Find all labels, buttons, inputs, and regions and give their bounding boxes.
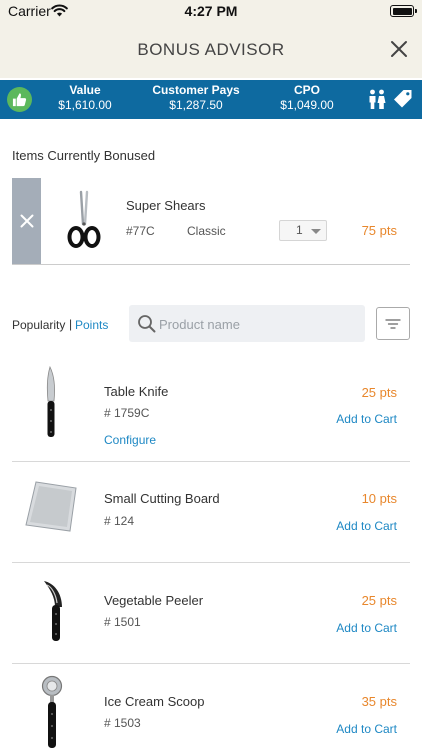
sort-popularity[interactable]: Popularity: [12, 318, 65, 332]
people-icon[interactable]: [368, 89, 386, 115]
summary-customer-pays: Customer Pays $1,287.50: [136, 83, 256, 113]
product-points: 10 pts: [361, 491, 397, 506]
cutting-board-image: [22, 479, 82, 540]
summary-value: Value $1,610.00: [25, 83, 145, 113]
bonused-section-title: Items Currently Bonused: [12, 148, 156, 163]
tag-icon[interactable]: [393, 89, 413, 114]
add-to-cart-button[interactable]: Add to Cart: [336, 412, 397, 426]
bonused-item-points: 75 pts: [361, 223, 397, 238]
summary-cpo-label: CPO: [293, 83, 320, 97]
filter-button[interactable]: [376, 307, 410, 340]
page-title: BONUS ADVISOR: [137, 40, 285, 59]
summary-value-label: Value: [69, 83, 101, 97]
remove-bonus-button[interactable]: [12, 178, 41, 264]
close-button[interactable]: [388, 38, 410, 60]
battery-icon: [390, 5, 417, 17]
product-sku: # 1501: [104, 615, 141, 629]
bonused-item-variant: Classic: [187, 224, 226, 238]
product-row: Table Knife # 1759C Configure 25 pts Add…: [12, 361, 410, 462]
clock: 4:27 PM: [184, 3, 238, 19]
peeler-image: [38, 577, 68, 648]
summary-bar: Value $1,610.00 Customer Pays $1,287.50 …: [0, 80, 422, 119]
add-to-cart-button[interactable]: Add to Cart: [336, 722, 397, 736]
product-name: Vegetable Peeler: [104, 593, 204, 608]
status-bar: Carrier 4:27 PM: [0, 0, 422, 22]
product-points: 25 pts: [361, 385, 397, 400]
search-icon: [137, 314, 156, 338]
configure-link[interactable]: Configure: [104, 433, 156, 447]
quantity-select[interactable]: 1: [279, 220, 327, 241]
sort-separator: |: [69, 317, 73, 331]
summary-cpo-amount: $1,049.00: [280, 98, 334, 112]
nav-bar: BONUS ADVISOR: [0, 22, 422, 78]
add-to-cart-button[interactable]: Add to Cart: [336, 519, 397, 533]
product-name: Table Knife: [104, 384, 169, 399]
table-knife-image: [42, 365, 62, 444]
summary-value-amount: $1,610.00: [58, 98, 112, 112]
super-shears-image: [64, 190, 104, 255]
chevron-down-icon: [311, 229, 321, 234]
product-points: 25 pts: [361, 593, 397, 608]
product-row: Ice Cream Scoop # 1503 35 pts Add to Car…: [12, 664, 410, 750]
summary-cpo: CPO $1,049.00: [247, 83, 367, 113]
close-icon: [20, 214, 33, 228]
bonused-item-row: Super Shears #77C Classic 1 75 pts: [12, 178, 410, 265]
bonused-item-name: Super Shears: [126, 198, 206, 213]
summary-customer-pays-label: Customer Pays: [152, 83, 240, 97]
ice-cream-scoop-image: [40, 674, 66, 750]
product-row: Vegetable Peeler # 1501 25 pts Add to Ca…: [12, 563, 410, 664]
product-sku: # 1503: [104, 716, 141, 730]
search-box[interactable]: [129, 305, 365, 342]
filter-icon: [385, 318, 401, 329]
add-to-cart-button[interactable]: Add to Cart: [336, 621, 397, 635]
product-points: 35 pts: [361, 694, 397, 709]
close-icon: [391, 41, 407, 57]
summary-customer-pays-amount: $1,287.50: [169, 98, 223, 112]
search-input[interactable]: [159, 314, 359, 334]
quantity-value: 1: [296, 223, 303, 237]
product-name: Small Cutting Board: [104, 491, 220, 506]
bonused-item-sku: #77C: [126, 224, 155, 238]
product-row: Small Cutting Board # 124 10 pts Add to …: [12, 462, 410, 563]
product-name: Ice Cream Scoop: [104, 694, 205, 709]
sort-points[interactable]: Points: [75, 318, 108, 332]
product-sku: # 1759C: [104, 406, 150, 420]
product-sku: # 124: [104, 514, 135, 528]
